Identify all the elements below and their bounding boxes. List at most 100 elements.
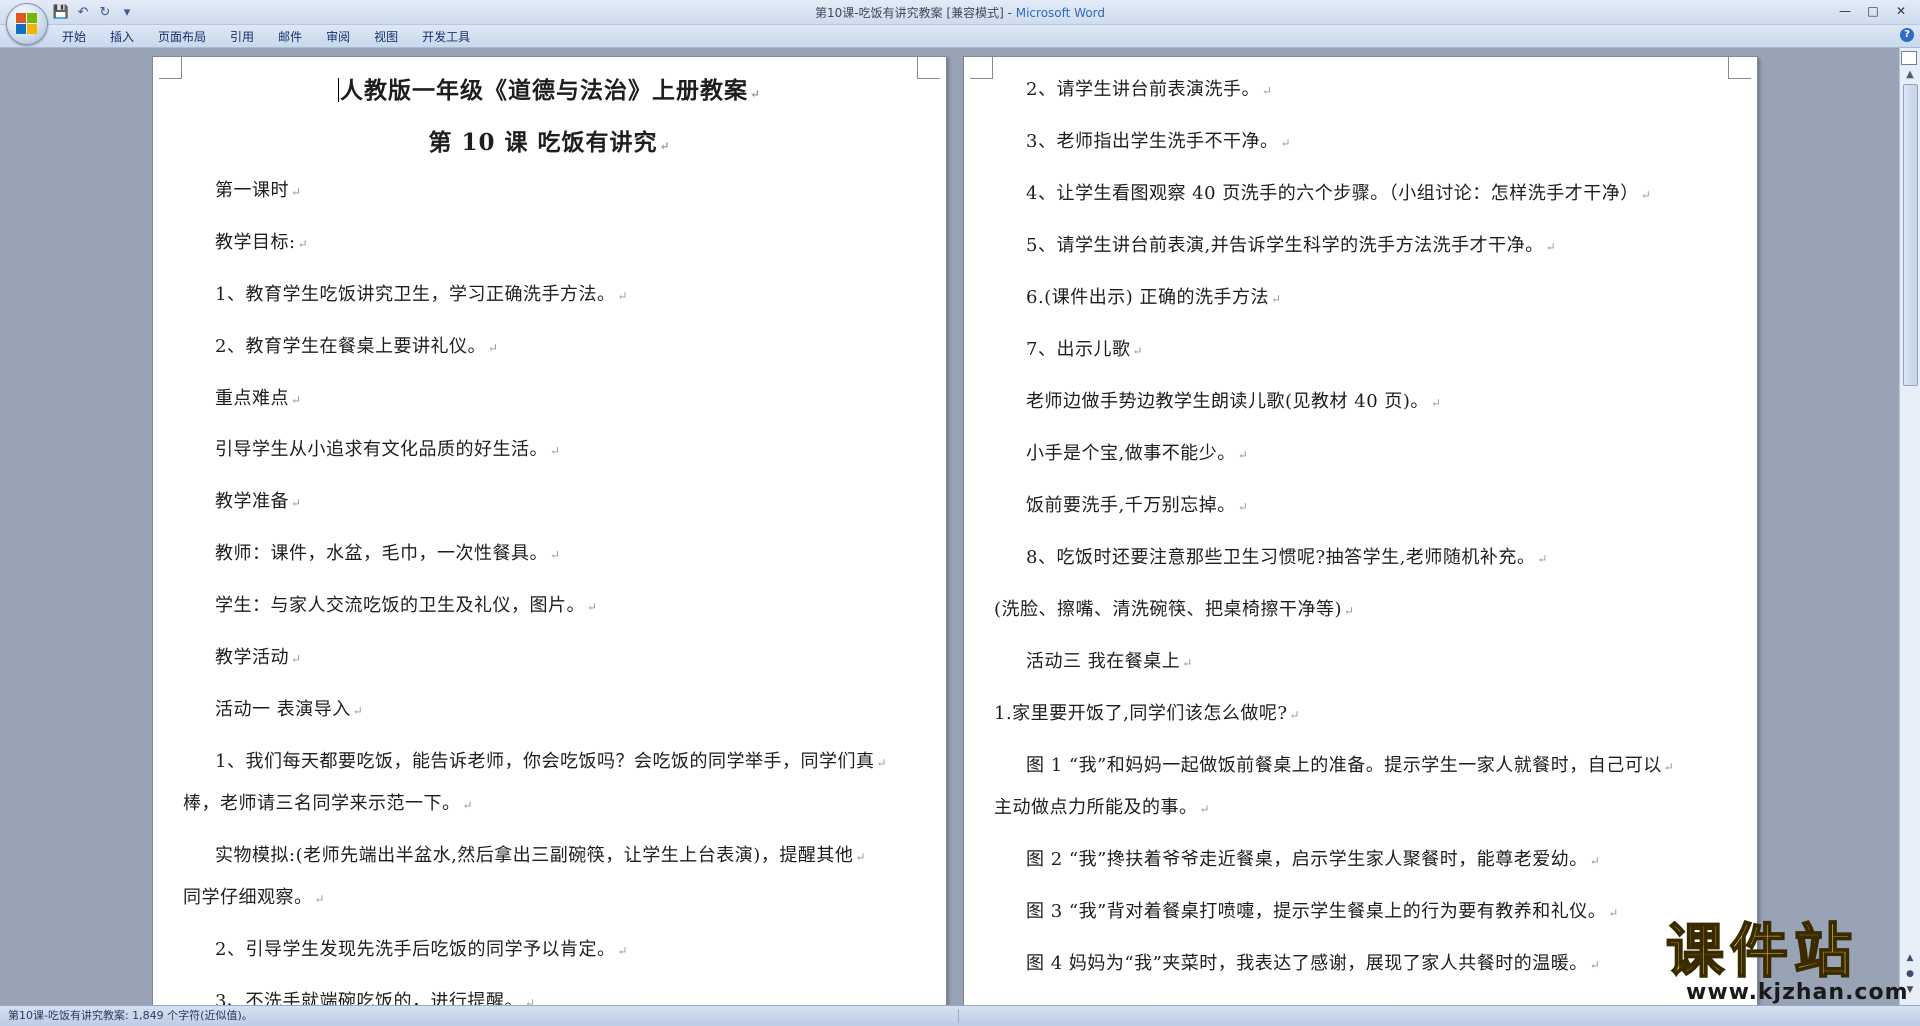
paragraph-mark-icon: ↵ <box>1261 84 1273 98</box>
paragraph-line: 3、不洗手就端碗吃饭的，进行提醒。 ↵ <box>215 987 536 1005</box>
paragraph-mark-icon: ↵ <box>462 798 474 812</box>
paragraph-mark-icon: ↵ <box>1237 500 1249 514</box>
line-text: 1、教育学生吃饭讲究卫生，学习正确洗手方法。 <box>215 284 616 305</box>
paragraph-mark-icon: ↵ <box>617 944 629 958</box>
paragraph-mark-icon: ↵ <box>587 600 598 614</box>
office-button[interactable] <box>6 3 48 45</box>
document-area[interactable]: 人教版一年级《道德与法治》上册教案 ↵ 第 10 课 吃饭有讲究 ↵ 第一课时 ↵ 教学目标… <box>0 48 1900 1005</box>
office-logo-icon <box>16 13 38 35</box>
paragraph-line: 3、老师指出学生洗手不干净。 ↵ <box>1026 127 1291 153</box>
maximize-icon[interactable]: □ <box>1860 2 1886 20</box>
paragraph-line: 教师：课件，水盆，毛巾，一次性餐具。 ↵ <box>215 539 561 565</box>
line-text: 实物模拟:(老师先端出半盆水,然后拿出三副碗筷，让学生上台表演)，提醒其他 <box>215 845 854 866</box>
paragraph-mark-icon: ↵ <box>1280 136 1292 150</box>
paragraph-line: 棒，老师请三名同学来示范一下。 ↵ <box>183 789 473 815</box>
paragraph-mark-icon: ↵ <box>487 341 499 355</box>
paragraph-line: 2、引导学生发现先洗手后吃饭的同学予以肯定。 ↵ <box>215 935 628 961</box>
previous-page-icon[interactable]: ▲ <box>1903 951 1917 965</box>
paragraph-line: 饭前要洗手,千万别忘掉。 ↵ <box>1026 491 1248 517</box>
paragraph-line: 4、让学生看图观察 40 页洗手的六个步骤。（小组讨论：怎样洗手才干净） ↵ <box>1026 179 1651 205</box>
paragraph-mark-icon: ↵ <box>659 139 671 153</box>
paragraph-mark-icon: ↵ <box>855 850 866 864</box>
line-text: 图 2 “我”搀扶着爷爷走近餐桌，启示学生家人聚餐时，能尊老爱幼。 <box>1026 849 1588 870</box>
paragraph-mark-icon: ↵ <box>1589 958 1601 972</box>
ribbon-tab-bar: 开始 插入 页面布局 引用 邮件 审阅 视图 开发工具 ? <box>0 25 1920 48</box>
paragraph-line: 实物模拟:(老师先端出半盆水,然后拿出三副碗筷，让学生上台表演)，提醒其他 ↵ <box>215 841 866 867</box>
select-browse-object-icon[interactable]: ● <box>1903 967 1917 981</box>
line-text: 8、吃饭时还要注意那些卫生习惯呢?抽答学生,老师随机补充。 <box>1026 547 1536 568</box>
paragraph-mark-icon: ↵ <box>352 704 364 718</box>
paragraph-line: 同学仔细观察。 ↵ <box>183 883 325 909</box>
paragraph-mark-icon: ↵ <box>1270 292 1282 306</box>
margin-corner-mark <box>970 57 993 79</box>
tab-2[interactable]: 页面布局 <box>146 27 218 47</box>
paragraph-line: 引导学生从小追求有文化品质的好生活。 ↵ <box>215 435 561 461</box>
tab-0[interactable]: 开始 <box>50 27 98 47</box>
tab-6[interactable]: 视图 <box>362 27 410 47</box>
paragraph-mark-icon: ↵ <box>1182 656 1193 670</box>
line-text: 2、引导学生发现先洗手后吃饭的同学予以肯定。 <box>215 939 616 960</box>
line-text: 人教版一年级《道德与法治》上册教案 <box>339 77 748 104</box>
line-text: 活动一 表演导入 <box>215 699 351 720</box>
paragraph-line: 重点难点 ↵ <box>215 384 302 410</box>
paragraph-line: 5、请学生讲台前表演,并告诉学生科学的洗手方法洗手才干净。 ↵ <box>1026 231 1556 257</box>
paragraph-mark-icon: ↵ <box>1640 188 1652 202</box>
page-left[interactable]: 人教版一年级《道德与法治》上册教案 ↵ 第 10 课 吃饭有讲究 ↵ 第一课时 ↵ 教学目标… <box>152 56 947 1005</box>
paragraph-line: 1、我们每天都要吃饭，能告诉老师，你会吃饭吗？会吃饭的同学举手，同学们真 ↵ <box>215 747 887 773</box>
line-text: 5、请学生讲台前表演,并告诉学生科学的洗手方法洗手才干净。 <box>1026 235 1544 256</box>
watermark-logo: 课件站 www.kjzhan.com <box>1665 917 1908 1005</box>
tab-3[interactable]: 引用 <box>218 27 266 47</box>
paragraph-mark-icon: ↵ <box>1537 552 1548 566</box>
paragraph-mark-icon: ↵ <box>550 548 561 562</box>
word-count-status[interactable]: 第10课-吃饭有讲究教案: 1,849 个字符(近似值)。 <box>8 1006 253 1026</box>
line-text: 1.家里要开饭了,同学们该怎么做呢? <box>994 703 1288 724</box>
minimize-icon[interactable]: — <box>1832 2 1858 20</box>
page-right[interactable]: 2、请学生讲台前表演洗手。 ↵ 3、老师指出学生洗手不干净。 ↵ 4、让学生看图观察 4… <box>963 56 1758 1005</box>
view-ruler-icon[interactable] <box>1901 51 1917 65</box>
paragraph-mark-icon: ↵ <box>1344 604 1355 618</box>
paragraph-line: 小手是个宝,做事不能少。 ↵ <box>1026 439 1248 465</box>
paragraph-line: 老师边做手势边教学生朗读儿歌(见教材 40 页)。 ↵ <box>1026 387 1441 413</box>
scroll-thumb[interactable] <box>1903 84 1918 386</box>
tab-4[interactable]: 邮件 <box>266 27 314 47</box>
line-text: 图 3 “我”背对着餐桌打喷嚏，提示学生餐桌上的行为要有教养和礼仪。 <box>1026 901 1607 922</box>
paragraph-line: 图 4 妈妈为“我”夹菜时，我表达了感谢，展现了家人共餐时的温暖。 ↵ <box>1026 949 1600 975</box>
tab-5[interactable]: 审阅 <box>314 27 362 47</box>
line-text: 3、不洗手就端碗吃饭的，进行提醒。 <box>215 991 523 1005</box>
line-text: 2、请学生讲台前表演洗手。 <box>1026 79 1260 100</box>
paragraph-line: 学生：与家人交流吃饭的卫生及礼仪，图片。 ↵ <box>215 591 598 617</box>
paragraph-line: 主动做点力所能及的事。 ↵ <box>994 793 1210 819</box>
vertical-scrollbar[interactable]: ▲ ▲ ● ▼ <box>1899 48 1920 1005</box>
line-text: 小手是个宝,做事不能少。 <box>1026 443 1236 464</box>
line-text: 7、出示儿歌 <box>1026 339 1131 360</box>
watermark-main-text: 课件站 <box>1665 917 1859 985</box>
title-bar: 💾 ↶ ↻ ▾ 第10课-吃饭有讲究教案 [兼容模式] - Microsoft … <box>0 0 1920 25</box>
paragraph-line: 教学准备 ↵ <box>215 487 302 513</box>
line-text: 教学目标: <box>215 232 296 253</box>
ribbon-tabs: 开始 插入 页面布局 引用 邮件 审阅 视图 开发工具 <box>50 27 482 47</box>
paragraph-line: 8、吃饭时还要注意那些卫生习惯呢?抽答学生,老师随机补充。 ↵ <box>1026 543 1548 569</box>
line-text: 1、我们每天都要吃饭，能告诉老师，你会吃饭吗？会吃饭的同学举手，同学们真 <box>215 751 875 772</box>
line-text: 4、让学生看图观察 40 页洗手的六个步骤。（小组讨论：怎样洗手才干净） <box>1026 183 1639 204</box>
paragraph-mark-icon: ↵ <box>876 756 888 770</box>
line-text: 老师边做手势边教学生朗读儿歌(见教材 40 页)。 <box>1026 391 1429 412</box>
help-icon[interactable]: ? <box>1900 28 1914 42</box>
paragraph-line: 2、请学生讲台前表演洗手。 ↵ <box>1026 75 1273 101</box>
close-icon[interactable]: ✕ <box>1888 2 1914 20</box>
line-text: 同学仔细观察。 <box>183 887 313 908</box>
tab-1[interactable]: 插入 <box>98 27 146 47</box>
line-text: 棒，老师请三名同学来示范一下。 <box>183 793 461 814</box>
paragraph-line: 6.(课件出示) 正确的洗手方法 ↵ <box>1026 283 1282 309</box>
paragraph-line: 1、教育学生吃饭讲究卫生，学习正确洗手方法。 ↵ <box>215 280 628 306</box>
scroll-up-icon[interactable]: ▲ <box>1903 68 1917 82</box>
paragraph-mark-icon: ↵ <box>1589 854 1601 868</box>
line-text: 活动三 我在餐桌上 <box>1026 651 1181 672</box>
paragraph-line: 图 2 “我”搀扶着爷爷走近餐桌，启示学生家人聚餐时，能尊老爱幼。 ↵ <box>1026 845 1600 871</box>
document-title: 第10课-吃饭有讲究教案 [兼容模式] - <box>814 6 1016 20</box>
line-text: 学生：与家人交流吃饭的卫生及礼仪，图片。 <box>215 595 585 616</box>
document-heading: 人教版一年级《道德与法治》上册教案 ↵ <box>153 71 946 105</box>
paragraph-mark-icon: ↵ <box>291 393 302 407</box>
line-text: 重点难点 <box>215 388 289 409</box>
line-text: 教学准备 <box>215 491 289 512</box>
tab-7[interactable]: 开发工具 <box>410 27 482 47</box>
